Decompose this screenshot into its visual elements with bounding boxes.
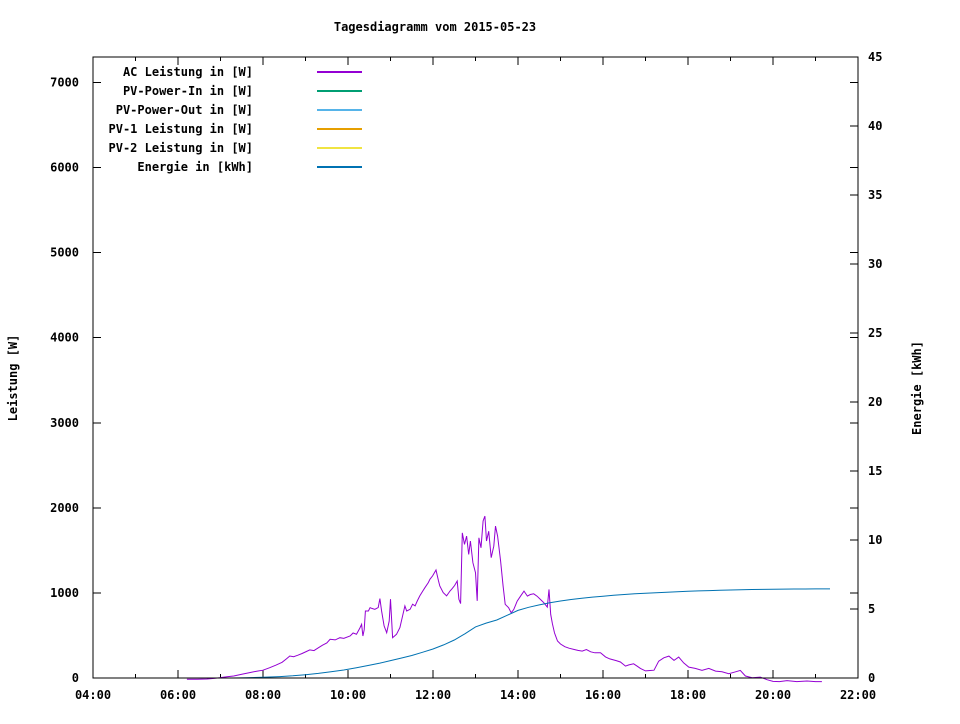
y2-tick-label: 5 <box>868 602 875 616</box>
x-tick-label: 12:00 <box>415 688 451 702</box>
x-tick-label: 06:00 <box>160 688 196 702</box>
x-tick-label: 04:00 <box>75 688 111 702</box>
y-tick-label: 6000 <box>50 161 79 175</box>
x-tick-label: 10:00 <box>330 688 366 702</box>
y2-tick-label: 35 <box>868 188 882 202</box>
x-tick-label: 18:00 <box>670 688 706 702</box>
y2-tick-label: 10 <box>868 533 882 547</box>
y-tick-label: 3000 <box>50 416 79 430</box>
y-axis-title: Leistung [W] <box>6 335 20 422</box>
y-tick-label: 4000 <box>50 331 79 345</box>
chart-title: Tagesdiagramm vom 2015-05-23 <box>334 20 536 34</box>
x-tick-label: 22:00 <box>840 688 876 702</box>
y2-tick-label: 45 <box>868 50 882 64</box>
y2-tick-label: 20 <box>868 395 882 409</box>
x-tick-label: 20:00 <box>755 688 791 702</box>
legend-label: AC Leistung in [W] <box>123 65 253 79</box>
y2-axis-title: Energie [kWh] <box>910 341 924 435</box>
y-tick-label: 7000 <box>50 76 79 90</box>
curve-ac-leistung-in-w- <box>186 515 822 683</box>
y2-tick-label: 0 <box>868 671 875 685</box>
day-diagram-chart: Tagesdiagramm vom 2015-05-23 Leistung [W… <box>6 20 924 702</box>
y-tick-label: 1000 <box>50 586 79 600</box>
legend-label: PV-Power-Out in [W] <box>116 103 253 117</box>
x-tick-label: 16:00 <box>585 688 621 702</box>
y-tick-label: 2000 <box>50 501 79 515</box>
y-tick-label: 5000 <box>50 246 79 260</box>
y2-tick-label: 25 <box>868 326 882 340</box>
legend-label: PV-1 Leistung in [W] <box>109 122 254 136</box>
legend-label: Energie in [kWh] <box>137 160 253 174</box>
gnuplot-day-diagram: Tagesdiagramm vom 2015-05-23 Leistung [W… <box>0 0 960 720</box>
x-tick-label: 14:00 <box>500 688 536 702</box>
x-tick-label: 08:00 <box>245 688 281 702</box>
y2-tick-label: 30 <box>868 257 882 271</box>
legend-label: PV-2 Leistung in [W] <box>109 141 254 155</box>
legend-label: PV-Power-In in [W] <box>123 84 253 98</box>
curve-energie-in-kwh- <box>233 588 830 679</box>
y2-tick-label: 40 <box>868 119 882 133</box>
y-tick-label: 0 <box>72 671 79 685</box>
y2-tick-label: 15 <box>868 464 882 478</box>
plot-series <box>186 515 830 683</box>
legend: AC Leistung in [W] PV-Power-In in [W] PV-P… <box>109 65 362 174</box>
